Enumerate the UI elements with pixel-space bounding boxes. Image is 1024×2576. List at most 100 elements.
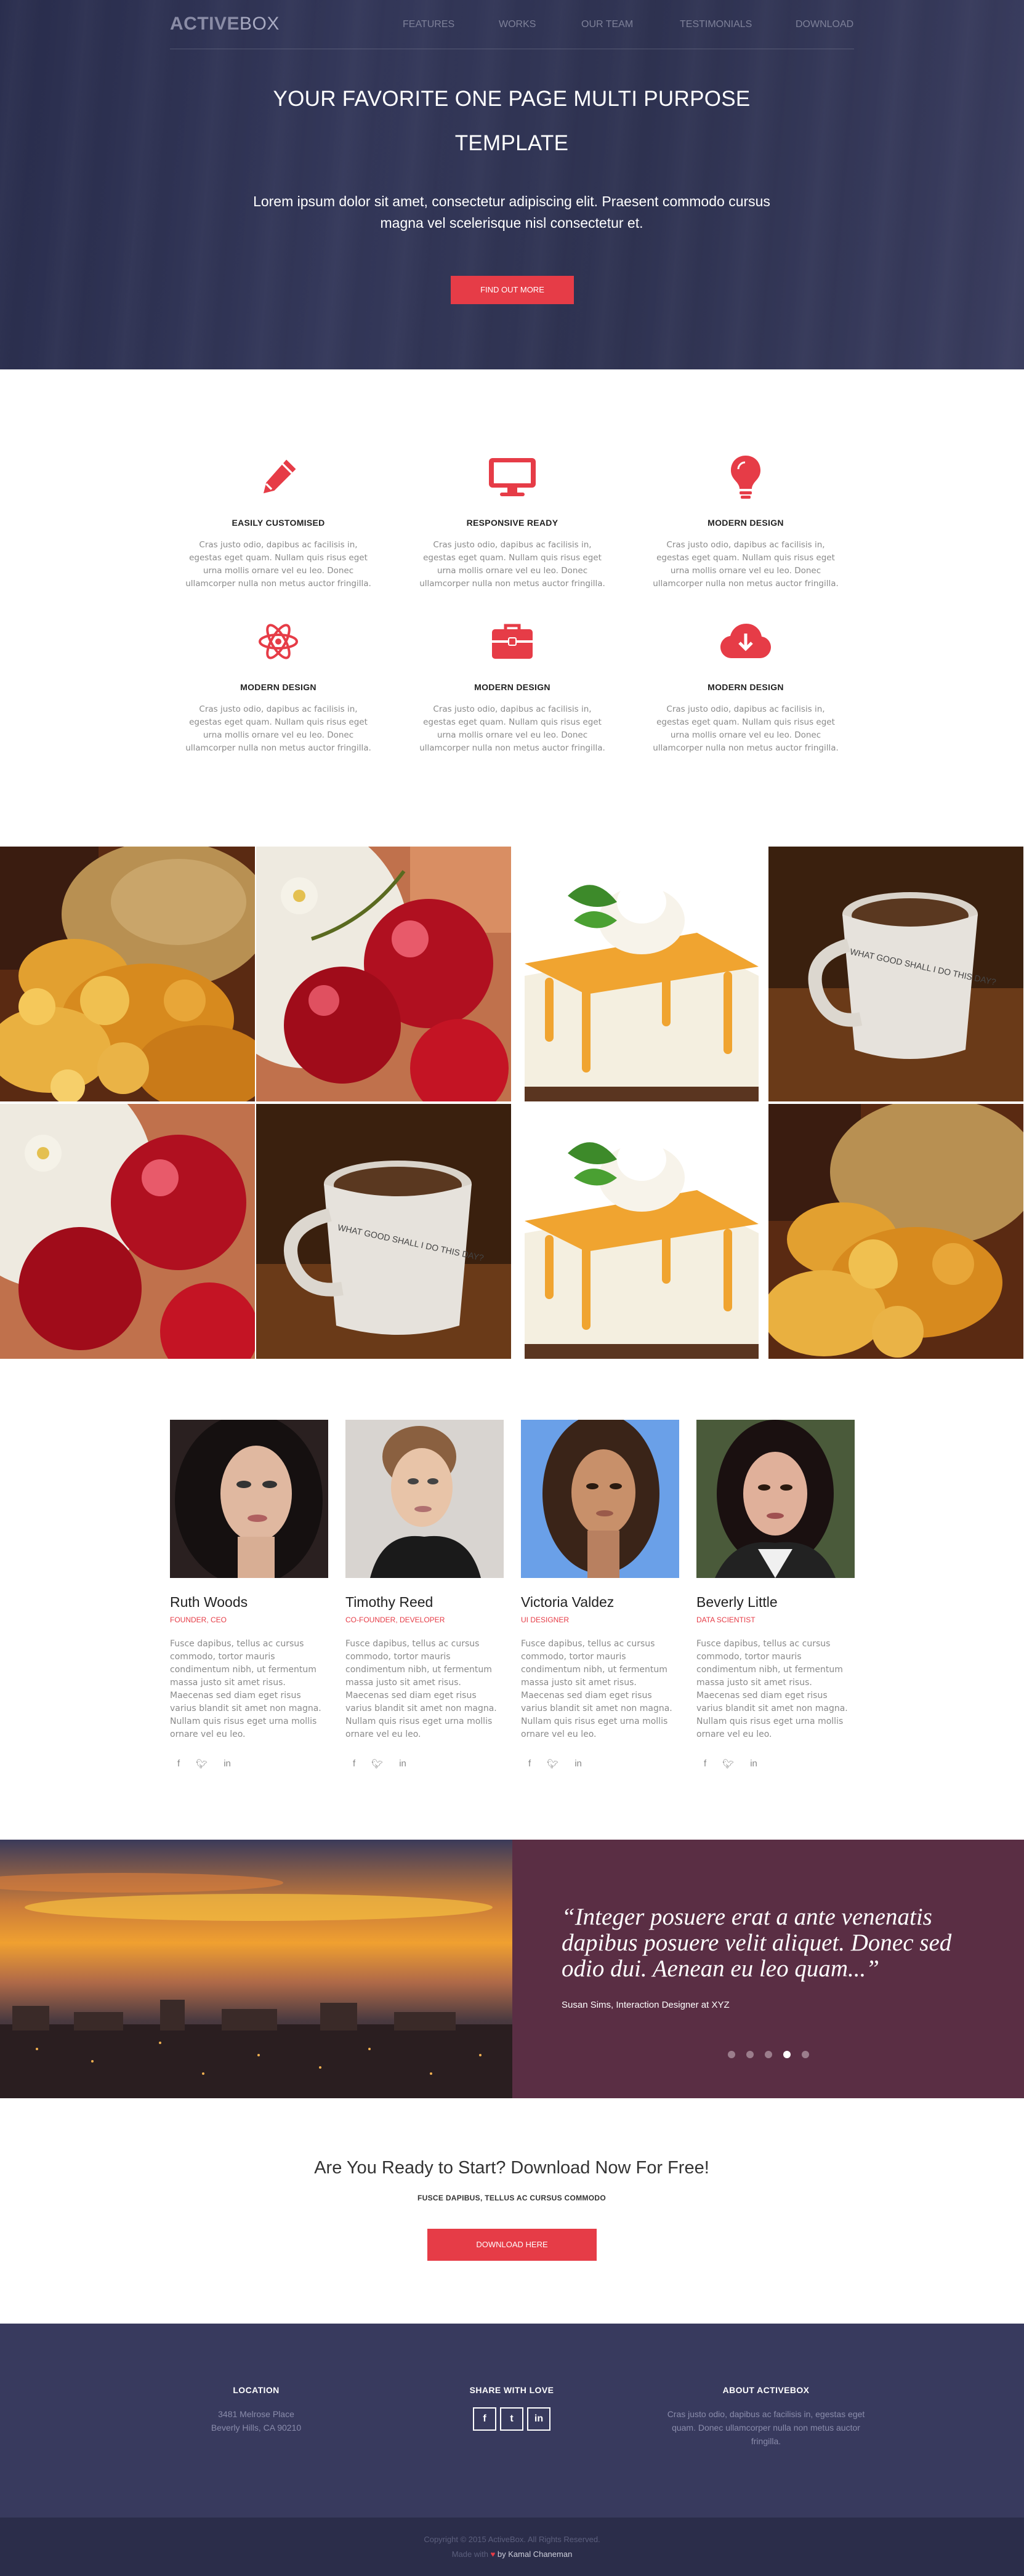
footer-bottom-bar: Copyright © 2015 ActiveBox. All Rights R…: [0, 2518, 1024, 2576]
avatar: [345, 1420, 504, 1578]
cloud-download-icon: [650, 617, 841, 666]
navbar: ACTIVEBOX FEATURES WORKS OUR TEAM TESTIM…: [170, 0, 854, 49]
feature-item: MODERN DESIGN Cras justo odio, dapibus a…: [650, 453, 841, 590]
facebook-icon[interactable]: f: [177, 1758, 180, 1769]
nav-item-testimonials[interactable]: TESTIMONIALS: [680, 19, 752, 30]
gallery-tile-coffee-mug[interactable]: WHAT GOOD SHALL I DO THIS DAY?: [256, 1104, 511, 1359]
avatar: [521, 1420, 679, 1578]
gallery-tile-pastries[interactable]: [768, 1104, 1023, 1359]
social-links: f 🐦︎ in: [696, 1758, 855, 1769]
member-bio: Fusce dapibus, tellus ac cursus commodo,…: [170, 1639, 321, 1739]
gallery-tile-cherries[interactable]: [256, 847, 511, 1101]
footer: LOCATION 3481 Melrose Place Beverly Hill…: [0, 2324, 1024, 2518]
hero-section: ACTIVEBOX FEATURES WORKS OUR TEAM TESTIM…: [0, 0, 1024, 369]
nav-item-works[interactable]: WORKS: [499, 19, 536, 30]
feature-title: MODERN DESIGN: [708, 682, 784, 692]
linkedin-icon[interactable]: in: [527, 2407, 550, 2431]
logo[interactable]: ACTIVEBOX: [170, 14, 280, 34]
member-name: Ruth Woods: [170, 1594, 248, 1610]
feature-text: Cras justo odio, dapibus ac facilisis in…: [653, 704, 839, 753]
footer-about-text: Cras justo odio, dapibus ac facilisis in…: [667, 2409, 865, 2446]
twitter-icon[interactable]: 🐦︎: [547, 1758, 558, 1769]
linkedin-icon[interactable]: in: [224, 1758, 231, 1769]
testimonial-quote: “Integer posuere erat a ante venenatis d…: [562, 1904, 952, 1982]
hero-title-line1: YOUR FAVORITE ONE PAGE MULTI PURPOSE: [273, 87, 751, 111]
social-links: f 🐦︎ in: [521, 1758, 679, 1769]
footer-location-title: LOCATION: [233, 2385, 280, 2395]
team-member: Ruth Woods FOUNDER, CEO Fusce dapibus, t…: [170, 1420, 328, 1769]
member-bio: Fusce dapibus, tellus ac cursus commodo,…: [696, 1639, 848, 1739]
hero-background: [0, 0, 1024, 369]
feature-text: Cras justo odio, dapibus ac facilisis in…: [419, 704, 605, 753]
address: 3481 Melrose Place Beverly Hills, CA 902…: [133, 2407, 379, 2434]
member-name: Timothy Reed: [345, 1594, 433, 1610]
city-sunset-image: [0, 1840, 512, 2098]
carousel-dot[interactable]: [765, 2051, 772, 2058]
nav-item-download[interactable]: DOWNLOAD: [796, 19, 853, 30]
social-links: f 🐦︎ in: [170, 1758, 328, 1769]
hero-title-line2: TEMPLATE: [454, 131, 569, 155]
carousel-dot[interactable]: [746, 2051, 754, 2058]
testimonial-author: Susan Sims, Interaction Designer at XYZ: [562, 2000, 730, 2010]
carousel-dot-active[interactable]: [783, 2051, 791, 2058]
page: ACTIVEBOX FEATURES WORKS OUR TEAM TESTIM…: [0, 0, 1024, 2576]
feature-title: MODERN DESIGN: [474, 682, 550, 692]
carousel-dot[interactable]: [728, 2051, 735, 2058]
hero-text: Lorem ipsum dolor sit amet, consectetur …: [253, 193, 770, 231]
gallery-tile-pastries[interactable]: [0, 847, 255, 1101]
feature-text: Cras justo odio, dapibus ac facilisis in…: [419, 540, 605, 589]
twitter-icon[interactable]: 🐦︎: [196, 1758, 208, 1769]
feature-title: MODERN DESIGN: [240, 682, 316, 692]
feature-title: EASILY CUSTOMISED: [232, 518, 325, 528]
footer-about: ABOUT ACTIVEBOX Cras justo odio, dapibus…: [661, 2385, 871, 2448]
feature-title: MODERN DESIGN: [708, 518, 784, 528]
facebook-icon[interactable]: f: [528, 1758, 531, 1769]
gallery-tile-cheesecake[interactable]: [512, 1104, 767, 1359]
feature-item: MODERN DESIGN Cras justo odio, dapibus a…: [417, 617, 608, 755]
twitter-icon[interactable]: 🐦︎: [722, 1758, 734, 1769]
member-name: Victoria Valdez: [521, 1594, 615, 1610]
gallery-tile-cherries[interactable]: [0, 1104, 255, 1359]
nav-item-our-team[interactable]: OUR TEAM: [581, 19, 633, 30]
carousel-dot[interactable]: [802, 2051, 809, 2058]
team-member: Victoria Valdez UI DESIGNER Fusce dapibu…: [521, 1420, 679, 1769]
linkedin-icon[interactable]: in: [399, 1758, 406, 1769]
member-role: UI DESIGNER: [521, 1616, 570, 1624]
copyright: Copyright © 2015 ActiveBox. All Rights R…: [424, 2535, 600, 2544]
hero-title: YOUR FAVORITE ONE PAGE MULTI PURPOSE TEM…: [204, 77, 820, 166]
cta-title: Are You Ready to Start? Download Now For…: [314, 2158, 709, 2178]
member-name: Beverly Little: [696, 1594, 778, 1610]
facebook-icon[interactable]: f: [353, 1758, 355, 1769]
facebook-icon[interactable]: f: [473, 2407, 496, 2431]
address-line2: Beverly Hills, CA 90210: [211, 2423, 302, 2433]
address-line1: 3481 Melrose Place: [218, 2409, 294, 2419]
gallery-tile-cheesecake[interactable]: [512, 847, 767, 1101]
team-member: Beverly Little DATA SCIENTIST Fusce dapi…: [696, 1420, 855, 1769]
facebook-icon[interactable]: f: [704, 1758, 706, 1769]
avatar: [696, 1420, 855, 1578]
briefcase-icon: [417, 617, 608, 666]
made-with-label: Made with: [451, 2550, 488, 2559]
feature-text: Cras justo odio, dapibus ac facilisis in…: [653, 540, 839, 589]
linkedin-icon[interactable]: in: [574, 1758, 582, 1769]
feature-text: Cras justo odio, dapibus ac facilisis in…: [185, 704, 371, 753]
gallery-tile-coffee-mug[interactable]: WHAT GOOD SHALL I DO THIS DAY?: [768, 847, 1023, 1101]
author-credit[interactable]: by Kamal Chaneman: [498, 2550, 572, 2559]
social-links: f 🐦︎ in: [345, 1758, 504, 1769]
feature-text: Cras justo odio, dapibus ac facilisis in…: [185, 540, 371, 589]
twitter-icon[interactable]: 🐦︎: [371, 1758, 383, 1769]
footer-share: SHARE WITH LOVE f t in: [389, 2385, 635, 2431]
avatar: [170, 1420, 328, 1578]
nav-item-features[interactable]: FEATURES: [403, 19, 454, 30]
feature-item: MODERN DESIGN Cras justo odio, dapibus a…: [650, 617, 841, 755]
made-with: Made with ♥ by Kamal Chaneman: [0, 2550, 1024, 2559]
linkedin-icon[interactable]: in: [750, 1758, 757, 1769]
find-out-more-button[interactable]: FIND OUT MORE: [451, 276, 574, 304]
member-role: CO-FOUNDER, DEVELOPER: [345, 1616, 445, 1624]
feature-item: MODERN DESIGN Cras justo odio, dapibus a…: [183, 617, 374, 755]
team-member: Timothy Reed CO-FOUNDER, DEVELOPER Fusce…: [345, 1420, 504, 1769]
lightbulb-icon: [650, 453, 841, 502]
twitter-icon[interactable]: t: [500, 2407, 523, 2431]
works-gallery: WHAT GOOD SHALL I DO THIS DAY? WHAT GOOD…: [0, 847, 1024, 1359]
download-button[interactable]: DOWNLOAD HERE: [427, 2229, 597, 2261]
